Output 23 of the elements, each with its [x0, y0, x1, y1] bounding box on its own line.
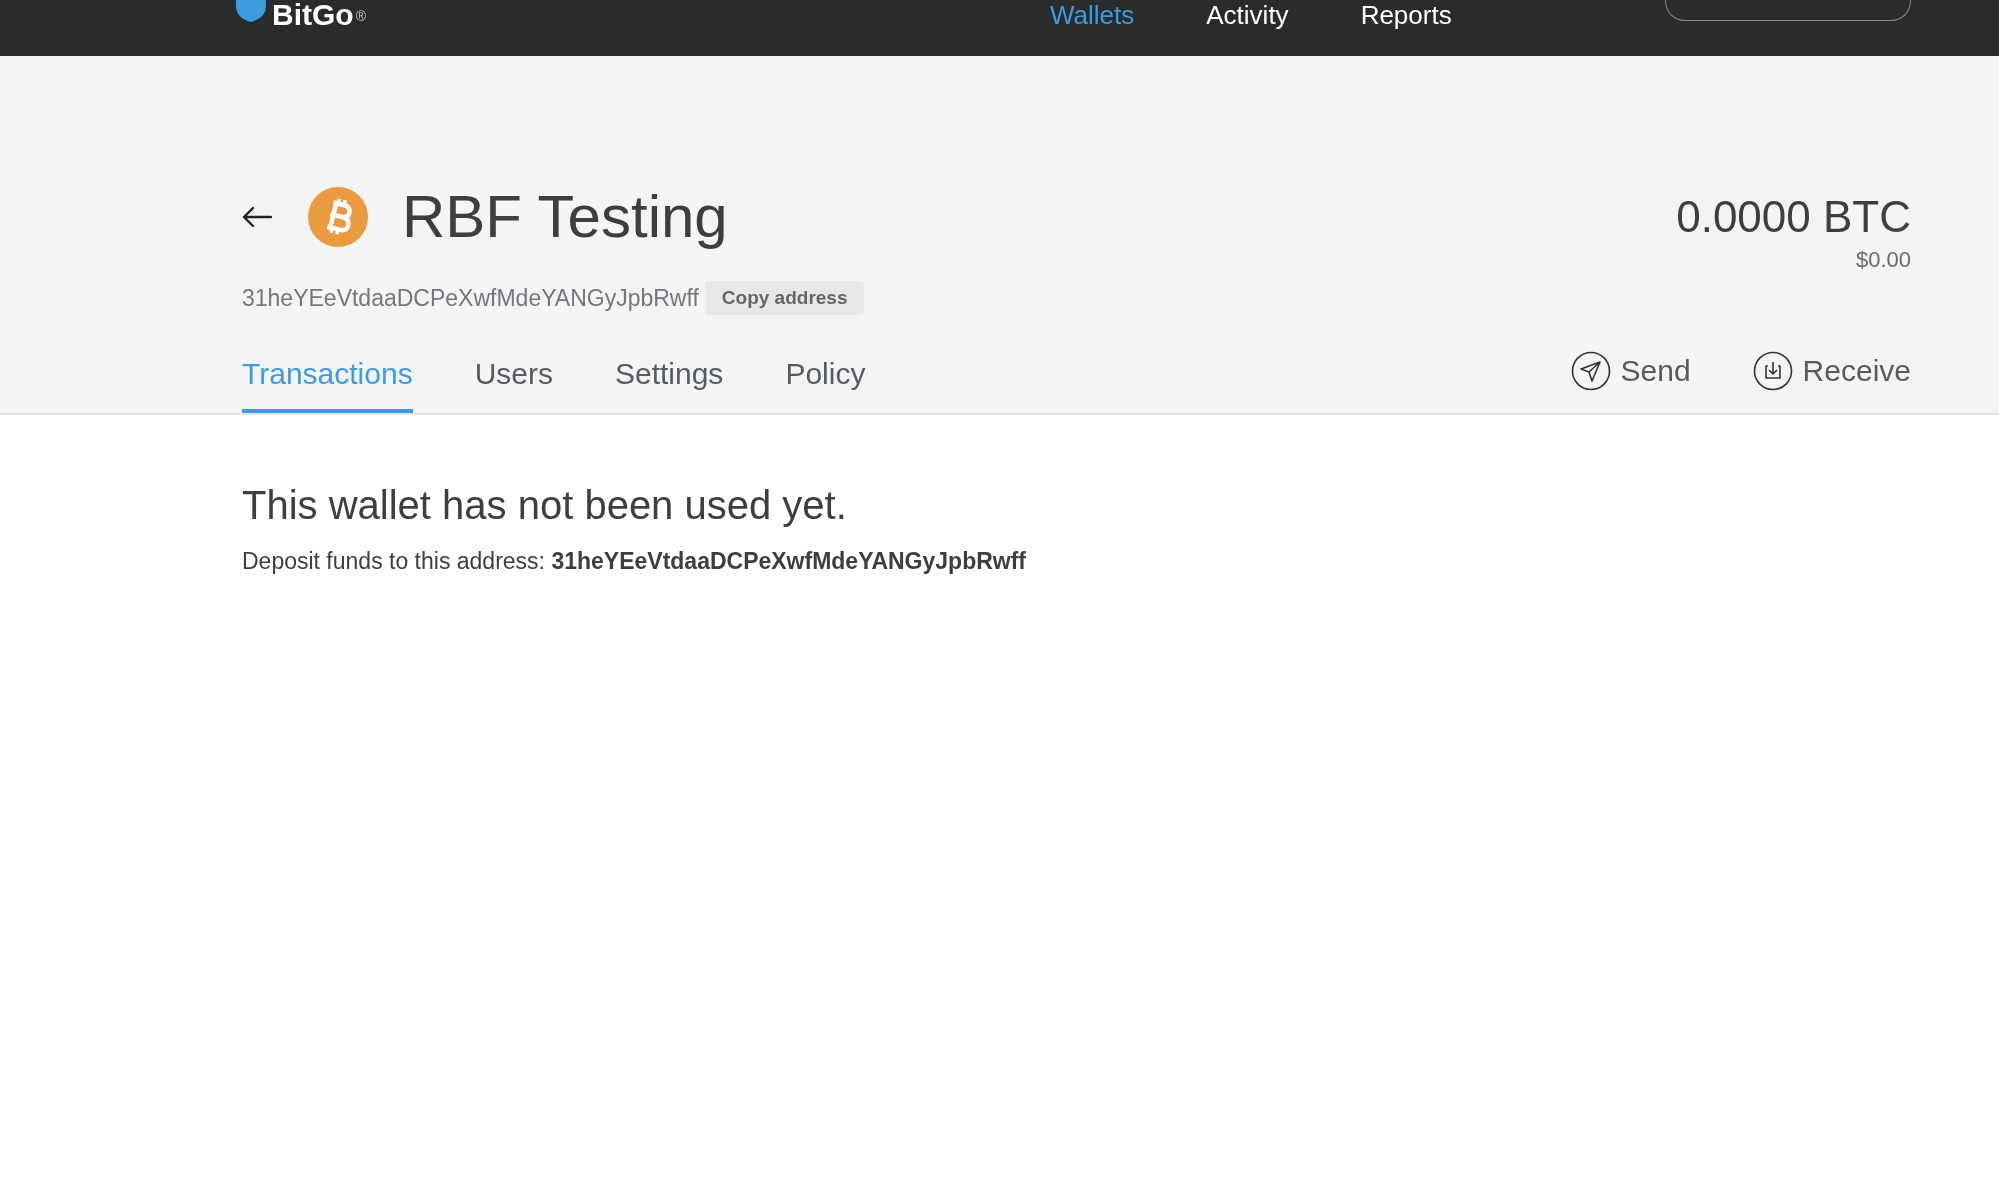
logo[interactable]: BitGo [272, 0, 354, 30]
action-link[interactable]: Send [1620, 354, 1691, 388]
nav-link[interactable]: Wallets [1050, 0, 1135, 30]
deposit-instructions: Deposit funds to this address: 31heYEeVtdaaDCPeXwfMdeYANGyJpbRwff [242, 548, 1027, 575]
shield-icon [234, 0, 268, 22]
tab[interactable]: Settings [614, 357, 724, 413]
tab[interactable]: Policy [785, 357, 866, 413]
back-arrow-icon[interactable] [242, 206, 272, 228]
account-button[interactable] [1665, 0, 1911, 21]
wallet-address: 31heYEeVtdaaDCPeXwfMdeYANGyJpbRwff [242, 284, 699, 312]
empty-state-title: This wallet has not been used yet. [242, 483, 848, 528]
wallet-name: RBF Testing [402, 187, 728, 247]
registered-mark: ® [355, 8, 366, 24]
action-link[interactable]: Receive [1802, 354, 1911, 388]
bitcoin-icon [308, 187, 368, 247]
balance-usd: $0.00 [1854, 247, 1911, 273]
copy-address-button[interactable]: Copy address [704, 281, 865, 315]
send-icon[interactable] [1570, 351, 1611, 391]
download-icon[interactable] [1752, 351, 1793, 391]
balance: 0.0000 BTC [1676, 191, 1911, 243]
nav-link[interactable]: Activity [1206, 0, 1289, 30]
nav-link[interactable]: Reports [1360, 0, 1452, 30]
tab[interactable]: Users [474, 357, 553, 413]
